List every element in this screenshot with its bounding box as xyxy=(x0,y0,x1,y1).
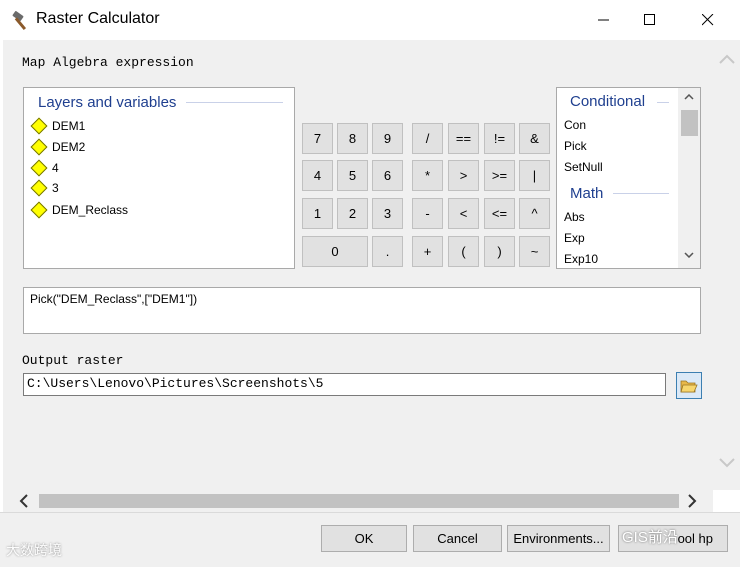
key-not[interactable]: ~ xyxy=(519,236,550,267)
heading-divider xyxy=(613,193,669,194)
layer-item-dem-reclass[interactable]: DEM_Reclass xyxy=(30,201,128,219)
ok-button[interactable]: OK xyxy=(321,525,407,552)
chevron-up-icon[interactable] xyxy=(713,54,740,72)
layer-label: DEM_Reclass xyxy=(52,203,129,217)
function-item-exp[interactable]: Exp xyxy=(564,231,585,245)
raster-layer-icon xyxy=(30,117,48,135)
function-item-abs[interactable]: Abs xyxy=(564,210,585,224)
key-decimal[interactable]: . xyxy=(372,236,403,267)
watermark: 大数跨境 xyxy=(6,542,62,558)
key-greater[interactable]: > xyxy=(448,160,479,191)
minimize-icon xyxy=(598,19,609,21)
chevron-down-icon[interactable] xyxy=(678,248,700,262)
key-minus[interactable]: - xyxy=(412,198,443,229)
key-open-paren[interactable]: ( xyxy=(448,236,479,267)
key-9[interactable]: 9 xyxy=(372,123,403,154)
scrollbar-thumb[interactable] xyxy=(39,494,679,508)
scrollbar-thumb[interactable] xyxy=(681,110,698,136)
raster-layer-icon xyxy=(30,138,48,156)
output-raster-label: Output raster xyxy=(22,353,124,368)
chevron-left-icon[interactable] xyxy=(15,492,33,510)
chevron-right-icon[interactable] xyxy=(683,492,701,510)
heading-divider xyxy=(186,102,283,103)
functions-scrollbar[interactable] xyxy=(678,88,700,268)
layer-item-dem1[interactable]: DEM1 xyxy=(30,117,85,135)
environments-button[interactable]: Environments... xyxy=(507,525,610,552)
layer-label: DEM2 xyxy=(52,140,86,154)
key-5[interactable]: 5 xyxy=(337,160,368,191)
window-title: Raster Calculator xyxy=(36,10,160,27)
conditional-heading: Conditional xyxy=(570,93,646,110)
key-xor[interactable]: ^ xyxy=(519,198,550,229)
horizontal-scrollbar[interactable] xyxy=(3,490,713,512)
layer-label: 3 xyxy=(52,181,59,195)
math-heading: Math xyxy=(570,185,604,202)
key-7[interactable]: 7 xyxy=(302,123,333,154)
layers-heading: Layers and variables xyxy=(38,94,177,111)
layers-panel[interactable]: Layers and variables DEM1 DEM2 4 3 DEM_R… xyxy=(23,87,295,269)
minimize-button[interactable] xyxy=(581,0,627,40)
close-button[interactable] xyxy=(685,0,731,40)
browse-button[interactable] xyxy=(676,372,702,399)
function-item-setnull[interactable]: SetNull xyxy=(564,160,603,174)
functions-panel[interactable]: Conditional Con Pick SetNull Math Abs Ex… xyxy=(556,87,701,269)
key-greater-equal[interactable]: >= xyxy=(484,160,515,191)
output-raster-field[interactable]: C:\Users\Lenovo\Pictures\Screenshots\5 xyxy=(23,373,666,396)
layer-item-3[interactable]: 3 xyxy=(30,179,59,197)
layer-item-4[interactable]: 4 xyxy=(30,159,59,177)
vertical-scrollbar[interactable] xyxy=(713,40,740,490)
function-item-pick[interactable]: Pick xyxy=(564,139,587,153)
layer-label: DEM1 xyxy=(52,119,86,133)
key-3[interactable]: 3 xyxy=(372,198,403,229)
hammer-icon xyxy=(10,8,34,32)
key-and[interactable]: & xyxy=(519,123,550,154)
key-8[interactable]: 8 xyxy=(337,123,368,154)
layer-item-dem2[interactable]: DEM2 xyxy=(30,138,85,156)
key-close-paren[interactable]: ) xyxy=(484,236,515,267)
folder-open-icon xyxy=(680,380,698,392)
expression-textbox[interactable]: Pick("DEM_Reclass",["DEM1"]) xyxy=(23,287,701,334)
maximize-icon xyxy=(644,14,655,25)
key-or[interactable]: | xyxy=(519,160,550,191)
key-not-equal[interactable]: != xyxy=(484,123,515,154)
raster-layer-icon xyxy=(30,159,48,177)
close-icon xyxy=(702,14,714,26)
key-multiply[interactable]: * xyxy=(412,160,443,191)
chevron-down-icon[interactable] xyxy=(713,458,740,476)
key-equal[interactable]: == xyxy=(448,123,479,154)
expression-label: Map Algebra expression xyxy=(22,55,194,70)
maximize-button[interactable] xyxy=(627,0,673,40)
function-item-con[interactable]: Con xyxy=(564,118,586,132)
raster-layer-icon xyxy=(30,201,48,219)
key-less-equal[interactable]: <= xyxy=(484,198,515,229)
watermark: GIS前沿 xyxy=(622,529,678,546)
key-divide[interactable]: / xyxy=(412,123,443,154)
key-less[interactable]: < xyxy=(448,198,479,229)
chevron-up-icon[interactable] xyxy=(678,90,700,104)
key-6[interactable]: 6 xyxy=(372,160,403,191)
cancel-button[interactable]: Cancel xyxy=(413,525,502,552)
key-plus[interactable]: + xyxy=(412,236,443,267)
function-item-exp10[interactable]: Exp10 xyxy=(564,252,598,266)
key-2[interactable]: 2 xyxy=(337,198,368,229)
raster-layer-icon xyxy=(30,179,48,197)
key-0[interactable]: 0 xyxy=(302,236,368,267)
heading-divider xyxy=(657,102,669,103)
key-1[interactable]: 1 xyxy=(302,198,333,229)
key-4[interactable]: 4 xyxy=(302,160,333,191)
layer-label: 4 xyxy=(52,161,59,175)
